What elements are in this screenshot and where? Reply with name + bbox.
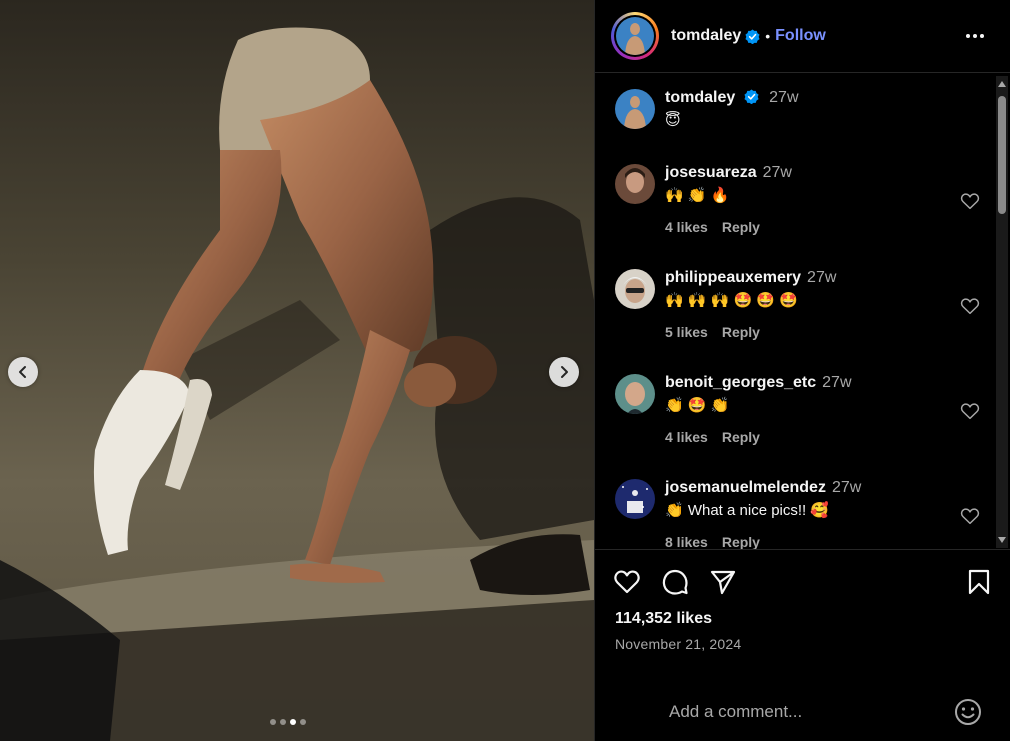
comment-likes[interactable]: 5 likes <box>665 324 708 340</box>
comment-item: josesuareza 27w 🙌 👏 🔥 4 likes Reply <box>615 164 980 235</box>
commenter-avatar[interactable] <box>615 374 655 414</box>
reply-button[interactable]: Reply <box>722 429 760 445</box>
comment-likes[interactable]: 4 likes <box>665 219 708 235</box>
likes-count[interactable]: 114,352 likes <box>615 610 712 628</box>
comment-like-heart-icon[interactable] <box>960 192 980 210</box>
post-caption: tomdaley 27w 😇 <box>615 89 799 130</box>
reply-button[interactable]: Reply <box>722 324 760 340</box>
post-side-panel: tomdaley • Follow tomdaley 27w 😇 josesua… <box>594 0 1010 741</box>
comment-like-heart-icon[interactable] <box>960 297 980 315</box>
chevron-right-icon <box>561 366 568 378</box>
comment-time: 27w <box>831 479 862 496</box>
carousel-next-button[interactable] <box>549 357 579 387</box>
post-photo <box>0 0 594 741</box>
comment-time: 27w <box>807 269 837 286</box>
carousel-prev-button[interactable] <box>8 357 38 387</box>
comment-input[interactable] <box>669 701 939 723</box>
reply-button[interactable]: Reply <box>722 534 760 549</box>
chevron-left-icon <box>19 366 26 378</box>
follow-button[interactable]: Follow <box>775 27 826 45</box>
comment-text: 👏 🤩 👏 <box>665 397 730 414</box>
caption-text: 😇 <box>665 112 681 129</box>
carousel-indicator <box>270 719 306 725</box>
comment-time: 27w <box>822 374 852 391</box>
more-horizontal-icon <box>966 34 970 38</box>
comments-list[interactable]: tomdaley 27w 😇 josesuareza27w 🙌 👏 � <box>595 74 1010 549</box>
caption-username[interactable]: tomdaley <box>665 89 735 106</box>
scroll-down-arrow-icon[interactable] <box>997 534 1007 546</box>
comment-text: 🙌 👏 🔥 <box>665 187 730 204</box>
caption-author-avatar[interactable] <box>615 89 655 129</box>
more-options-button[interactable] <box>966 26 988 46</box>
comment-item: benoit_georges_etc 27w 👏 🤩 👏 4 likes Reply <box>615 374 980 445</box>
comment-time: 27w <box>762 164 792 181</box>
commenter-avatar[interactable] <box>615 269 655 309</box>
heart-icon[interactable] <box>613 568 641 596</box>
carousel-dot <box>300 719 306 725</box>
author-username[interactable]: tomdaley <box>671 27 741 45</box>
commenter-username[interactable]: benoit_georges_etc <box>665 374 816 391</box>
action-bar <box>613 568 993 598</box>
post-actions-section: 114,352 likes November 21, 2024 <box>595 549 1010 741</box>
comment-likes[interactable]: 8 likes <box>665 534 708 549</box>
commenter-username[interactable]: philippeauxemery <box>665 269 801 286</box>
carousel-dot <box>290 719 296 725</box>
reply-button[interactable]: Reply <box>722 219 760 235</box>
header-separator: • <box>765 28 771 44</box>
commenter-avatar[interactable] <box>615 479 655 519</box>
comment-item: josemanuelmelendez 27w 👏 What a nice pics… <box>615 479 980 549</box>
verified-badge-icon <box>744 89 759 104</box>
author-avatar-ring[interactable] <box>611 12 659 60</box>
carousel-dot <box>280 719 286 725</box>
share-icon[interactable] <box>709 568 737 596</box>
comment-likes[interactable]: 4 likes <box>665 429 708 445</box>
author-avatar <box>616 17 654 55</box>
carousel-dot <box>270 719 276 725</box>
add-comment-bar <box>595 680 1010 741</box>
post-header: tomdaley • Follow <box>595 0 1010 73</box>
comment-text: 👏 What a nice pics!! 🥰 <box>665 502 830 519</box>
comment-like-heart-icon[interactable] <box>960 402 980 420</box>
bookmark-icon[interactable] <box>965 568 993 596</box>
comment-icon[interactable] <box>661 568 689 596</box>
scrollbar-thumb[interactable] <box>998 96 1006 214</box>
emoji-icon[interactable] <box>953 697 983 727</box>
comment-text: 🙌 🙌 🙌 🤩 🤩 🤩 <box>665 292 798 309</box>
caption-time: 27w <box>769 89 799 106</box>
verified-badge-icon <box>745 28 760 44</box>
comments-scrollbar[interactable] <box>996 76 1008 548</box>
post-date: November 21, 2024 <box>615 636 742 652</box>
commenter-avatar[interactable] <box>615 164 655 204</box>
scroll-up-arrow-icon[interactable] <box>997 78 1007 90</box>
comment-like-heart-icon[interactable] <box>960 507 980 525</box>
post-media[interactable] <box>0 0 594 741</box>
comment-item: philippeauxemery 27w 🙌 🙌 🙌 🤩 🤩 🤩 5 likes R… <box>615 269 980 340</box>
commenter-username[interactable]: josemanuelmelendez <box>665 479 826 496</box>
commenter-username[interactable]: josesuareza <box>665 164 757 181</box>
